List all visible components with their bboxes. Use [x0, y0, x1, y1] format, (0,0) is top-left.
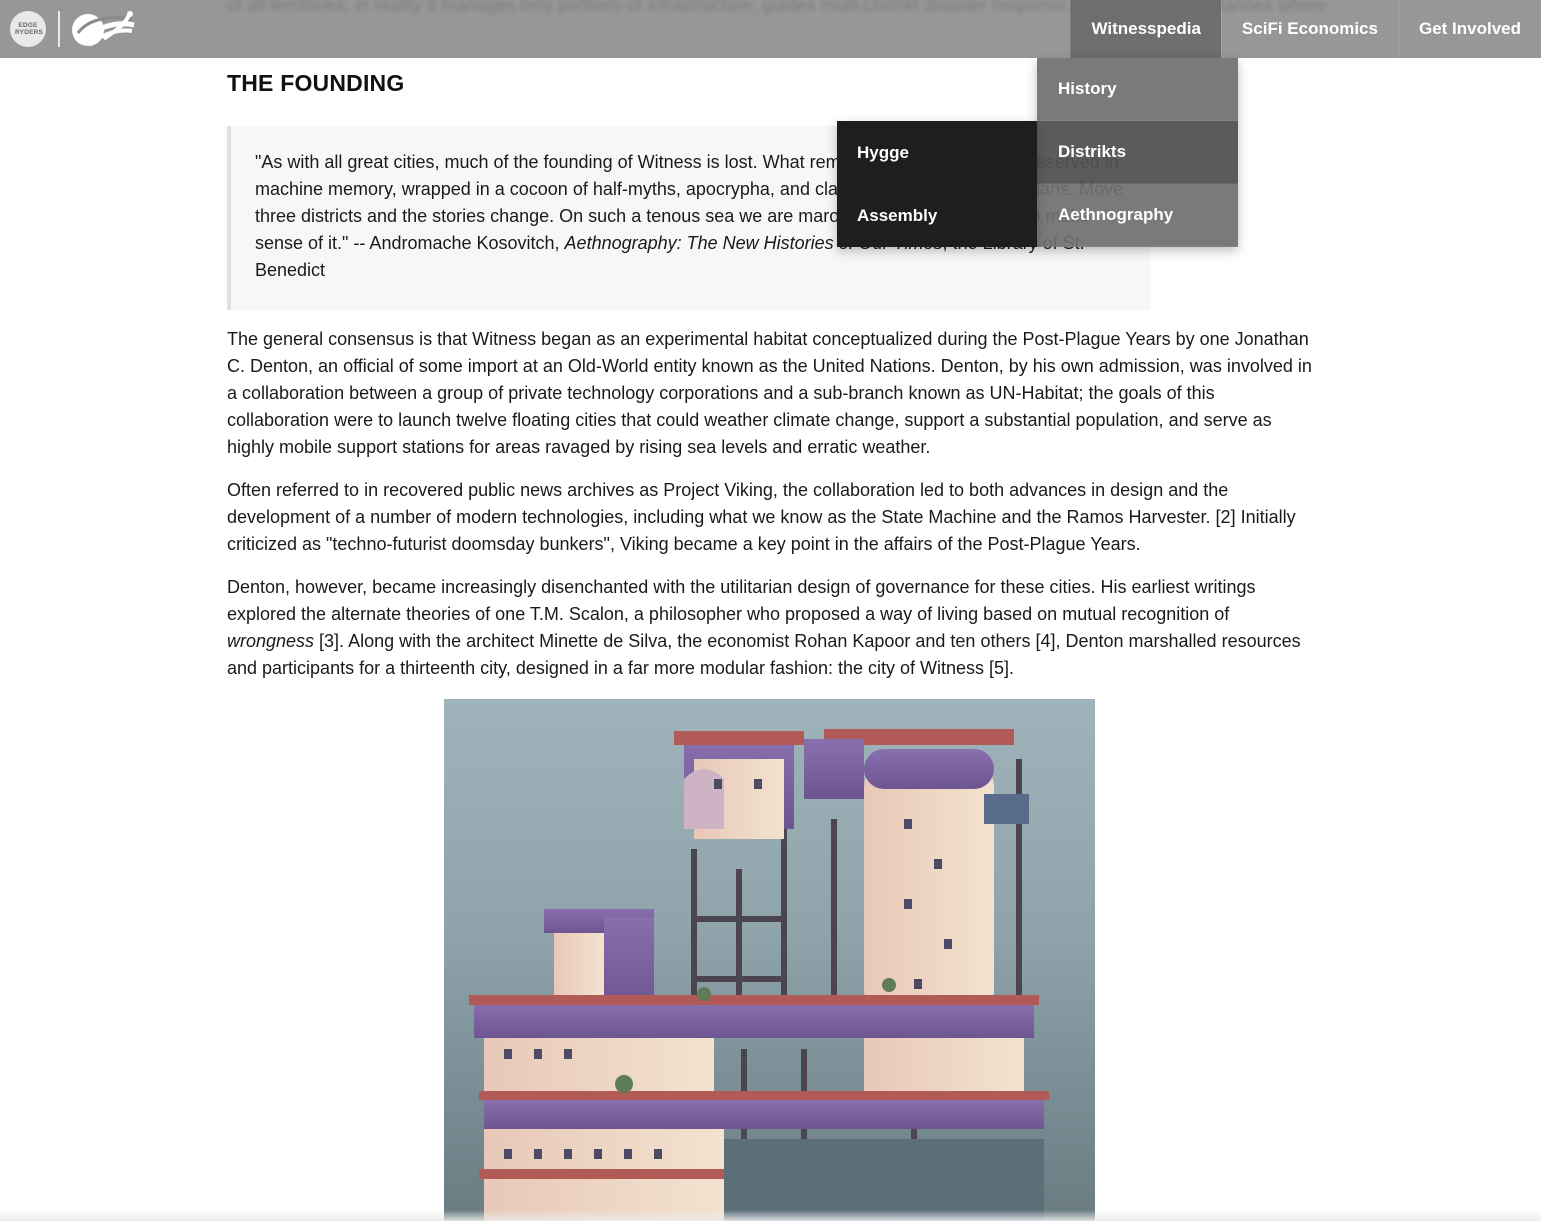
witnesspedia-dropdown: History Distrikts Aethnography — [1037, 58, 1238, 247]
dropdown-item-history[interactable]: History — [1037, 58, 1238, 121]
paragraph-project-viking: Often referred to in recovered public ne… — [227, 480, 1296, 554]
paragraph-origin: The general consensus is that Witness be… — [227, 329, 1312, 457]
nav-get-involved[interactable]: Get Involved — [1397, 0, 1541, 58]
brand-logos[interactable]: EDGE RYDERS — [10, 10, 136, 48]
nav-witnesspedia[interactable]: Witnesspedia — [1070, 0, 1221, 58]
floating-city-graphic — [469, 729, 1049, 1221]
edgeryders-logo-text: EDGE RYDERS — [15, 22, 44, 36]
viewport-bottom-fade — [0, 1210, 1541, 1221]
submenu-item-assembly[interactable]: Assembly — [837, 184, 1037, 247]
dropdown-item-aethnography[interactable]: Aethnography — [1037, 184, 1238, 247]
distrikts-submenu: Hygge Assembly — [837, 121, 1037, 247]
wrongness-emphasis: wrongness — [227, 631, 315, 651]
paragraph-denton: Denton, however, became increasingly dis… — [227, 574, 1317, 682]
dropdown-item-distrikts[interactable]: Distrikts — [1037, 121, 1238, 184]
paragraph-denton-text-end: [3]. Along with the architect Minette de… — [227, 631, 1301, 678]
edgeryders-logo[interactable]: EDGE RYDERS — [10, 11, 46, 47]
paragraph-denton-text: Denton, however, became increasingly dis… — [227, 577, 1256, 624]
witness-swirl-logo[interactable] — [70, 9, 136, 49]
logo-divider — [58, 11, 60, 47]
floating-city-illustration — [444, 699, 1095, 1221]
nav-scifi-economics[interactable]: SciFi Economics — [1220, 0, 1398, 58]
submenu-item-hygge[interactable]: Hygge — [837, 121, 1037, 184]
top-navbar: EDGE RYDERS Witnesspedia SciFi Economics… — [0, 0, 1541, 58]
main-nav: Witnesspedia SciFi Economics Get Involve… — [1070, 0, 1541, 58]
